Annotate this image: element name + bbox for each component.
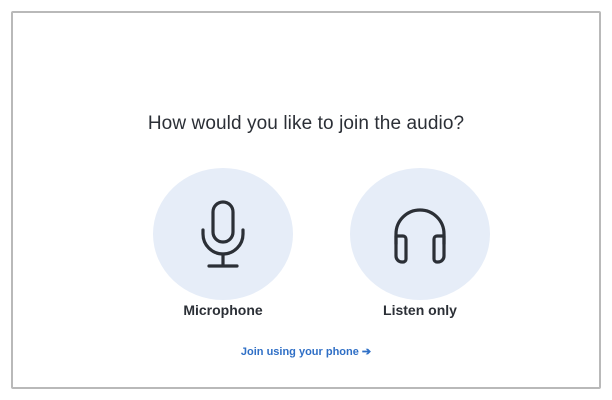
join-using-phone-label: Join using your phone	[240, 346, 359, 358]
microphone-icon	[201, 200, 245, 268]
join-using-phone-link[interactable]: Join using your phone ➔	[13, 345, 599, 358]
audio-join-dialog: How would you like to join the audio? Mi…	[11, 11, 601, 389]
dialog-title: How would you like to join the audio?	[147, 113, 465, 134]
listen-only-option[interactable]: Listen only	[340, 168, 500, 333]
listen-only-button[interactable]	[350, 168, 490, 300]
microphone-option[interactable]: Microphone	[143, 168, 303, 333]
arrow-right-icon: ➔	[361, 346, 372, 358]
microphone-button[interactable]	[153, 168, 293, 300]
listen-only-label: Listen only	[383, 302, 457, 318]
headphones-icon	[394, 208, 446, 264]
microphone-label: Microphone	[183, 302, 263, 318]
